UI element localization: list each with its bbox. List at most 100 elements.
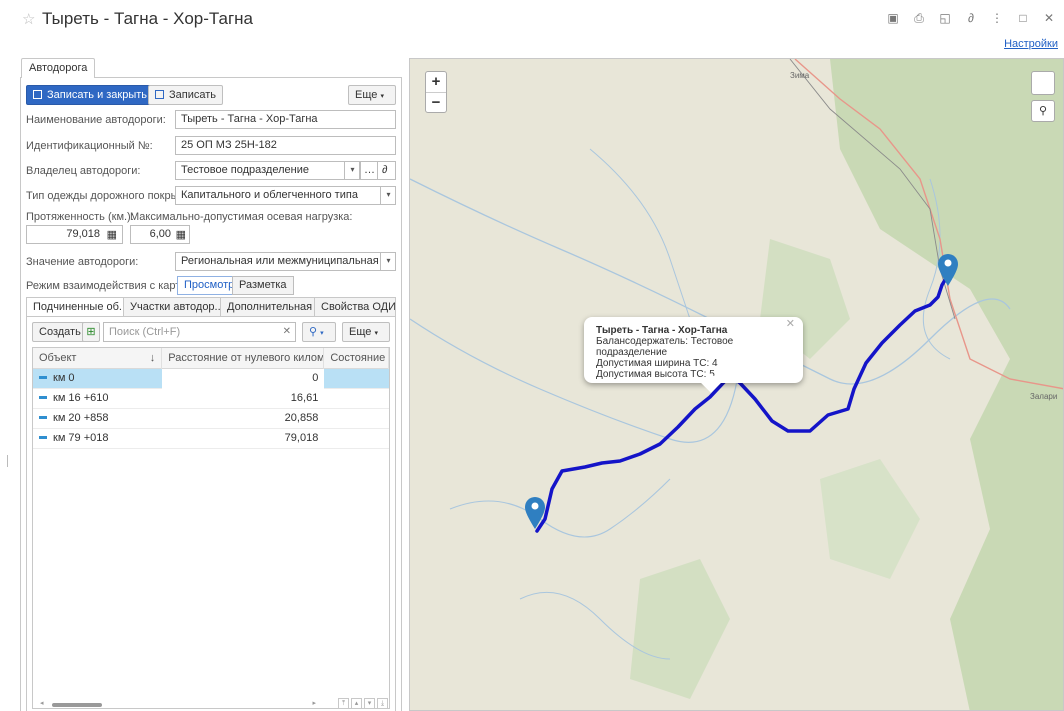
owner-field[interactable]: Тестовое подразделение ▾ (175, 161, 360, 180)
tab-odi-properties[interactable]: Свойства ОДИ (314, 297, 396, 317)
chevron-down-icon[interactable]: ▾ (380, 187, 395, 204)
axle-load-field[interactable]: 6,00 ▦ (130, 225, 190, 244)
window-title: Тыреть - Тагна - Хор-Тагна (42, 9, 254, 28)
zoom-out-button[interactable]: − (426, 92, 446, 112)
id-label: Идентификационный №: (26, 140, 153, 152)
last-page-icon[interactable]: ⤓ (377, 698, 388, 709)
map-mode-label: Режим взаимодействия с картой: (26, 280, 196, 292)
name-label: Наименование автодороги: (26, 114, 166, 126)
favorite-star-icon[interactable]: ☆ (22, 10, 35, 28)
row-icon (39, 416, 47, 419)
tab-road[interactable]: Автодорога (21, 58, 96, 78)
column-distance[interactable]: Расстояние от нулевого километра (162, 348, 325, 369)
search-icon: ⚲ (1038, 105, 1048, 117)
table-row[interactable]: км 79 +018 79,018 (33, 429, 389, 449)
close-icon[interactable]: ✕ (786, 319, 795, 330)
popup-owner: Балансодержатель: Тестовое подразделение (596, 336, 734, 358)
significance-field[interactable]: Региональная или межмуниципальная ▾ (175, 252, 396, 271)
scroll-right-icon[interactable]: ▸ (312, 699, 316, 707)
prev-page-icon[interactable]: ▴ (351, 698, 362, 709)
zoom-in-button[interactable]: + (426, 72, 446, 92)
close-icon[interactable]: ✕ (1042, 11, 1056, 26)
row-icon (39, 396, 47, 399)
route-popup: ✕ Тыреть - Тагна - Хор-Тагна Балансодерж… (584, 317, 803, 393)
divider (7, 455, 8, 467)
chevron-down-icon[interactable]: ▾ (344, 162, 359, 179)
save-icon (33, 90, 42, 99)
next-page-icon[interactable]: ▾ (364, 698, 375, 709)
chevron-down-icon: ▾ (374, 330, 378, 337)
table-row[interactable]: км 20 +858 20,858 (33, 409, 389, 429)
surface-field[interactable]: Капитального и облегченного типа ▾ (175, 186, 396, 205)
table-header: Объект↓ Расстояние от нулевого километра… (33, 348, 389, 369)
length-field[interactable]: 79,018 ▦ (26, 225, 123, 244)
chevron-down-icon: ▾ (320, 330, 324, 337)
save-and-close-button[interactable]: Записать и закрыть (26, 85, 155, 105)
calculator-icon[interactable]: ▦ (107, 228, 117, 241)
owner-label: Владелец автодороги: (26, 165, 141, 177)
objects-table: Объект↓ Расстояние от нулевого километра… (32, 347, 390, 709)
table-row[interactable]: км 0 0 (33, 369, 389, 389)
column-object[interactable]: Объект ↓ (33, 348, 163, 369)
save-button[interactable]: Записать (148, 85, 224, 105)
form-panel: Автодорога Записать и закрыть Записать Е… (20, 58, 402, 711)
more-button[interactable]: Еще ▾ (348, 85, 396, 105)
settings-link[interactable]: Настройки (1004, 38, 1058, 50)
surface-label: Тип одежды дорожного покрытия: (26, 190, 199, 202)
length-label: Протяженность (км.): (26, 211, 134, 223)
column-state[interactable]: Состояние о (324, 348, 389, 369)
add-from-icon[interactable]: ⊞ (82, 322, 100, 342)
map-search-button[interactable]: ⚲ (1031, 100, 1055, 122)
map-mode-markup-button[interactable]: Разметка (232, 276, 294, 295)
horizontal-scrollbar[interactable]: ◂ ▸ (34, 699, 324, 709)
popup-width: Допустимая ширина ТС: 4 (596, 358, 718, 369)
river (449, 478, 671, 538)
preview-icon[interactable]: ◱ (938, 11, 952, 26)
id-field[interactable]: 25 ОП МЗ 25Н-182 (175, 136, 396, 155)
forest-area (820, 459, 920, 579)
open-link-icon[interactable]: ∂ (377, 161, 396, 180)
first-page-icon[interactable]: ⤒ (338, 698, 349, 709)
forest-area (830, 59, 1063, 710)
chevron-down-icon[interactable]: ▾ (380, 253, 395, 270)
map-view[interactable]: Зима Залари + − ⚲ ✕ Тыреть - Тагна - Хор… (409, 58, 1064, 711)
row-icon (39, 436, 47, 439)
tab-additional[interactable]: Дополнительная ... (220, 297, 315, 317)
more-button-sub[interactable]: Еще ▾ (342, 322, 390, 342)
more-menu-icon[interactable]: ⋮ (990, 11, 1004, 26)
open-choice-button[interactable]: … (360, 161, 378, 180)
map-label-zalari: Залари (1030, 392, 1058, 401)
subtabs: Подчиненные об... Участки автодор... Доп… (26, 297, 396, 317)
layers-button[interactable] (1031, 71, 1055, 95)
chevron-down-icon: ▾ (380, 93, 384, 100)
axle-load-label: Максимально-допустимая осевая нагрузка: (130, 211, 353, 223)
window-controls: ▣ ⎙ ◱ ∂ ⋮ □ ✕ (886, 11, 1056, 26)
end-marker-icon[interactable] (938, 254, 958, 286)
calculator-icon[interactable]: ▦ (176, 228, 186, 241)
table-row[interactable]: км 16 +610 16,61 (33, 389, 389, 409)
map-label-zima: Зима (790, 71, 810, 80)
search-button[interactable]: ⚲ ▾ (302, 322, 336, 342)
sort-arrow-icon: ↓ (149, 352, 156, 364)
forest-area (630, 559, 730, 699)
scroll-left-icon[interactable]: ◂ (40, 699, 44, 707)
popup-title: Тыреть - Тагна - Хор-Тагна (596, 325, 728, 336)
save-disk-icon[interactable]: ▣ (886, 11, 900, 26)
clear-icon[interactable]: ✕ (283, 326, 291, 337)
search-input[interactable]: Поиск (Ctrl+F) ✕ (103, 322, 296, 342)
create-button[interactable]: Создать (32, 322, 88, 342)
scrollbar-thumb[interactable] (52, 703, 102, 707)
maximize-icon[interactable]: □ (1016, 11, 1030, 26)
table-nav-buttons: ⤒ ▴ ▾ ⤓ (338, 698, 388, 709)
save-icon (155, 90, 164, 99)
tab-subordinate-objects[interactable]: Подчиненные об... (26, 297, 124, 317)
link-icon[interactable]: ∂ (964, 11, 978, 26)
map-canvas[interactable] (410, 59, 1064, 711)
zoom-control: + − (425, 71, 447, 113)
name-field[interactable]: Тыреть - Тагна - Хор-Тагна (175, 110, 396, 129)
tab-road-sections[interactable]: Участки автодор... (123, 297, 221, 317)
print-icon[interactable]: ⎙ (912, 11, 926, 26)
popup-height: Допустимая высота ТС: 5 (596, 369, 715, 380)
search-icon: ⚲ (309, 326, 318, 338)
title-bar: ☆ Тыреть - Тагна - Хор-Тагна ▣ ⎙ ◱ ∂ ⋮ □… (0, 0, 1064, 40)
